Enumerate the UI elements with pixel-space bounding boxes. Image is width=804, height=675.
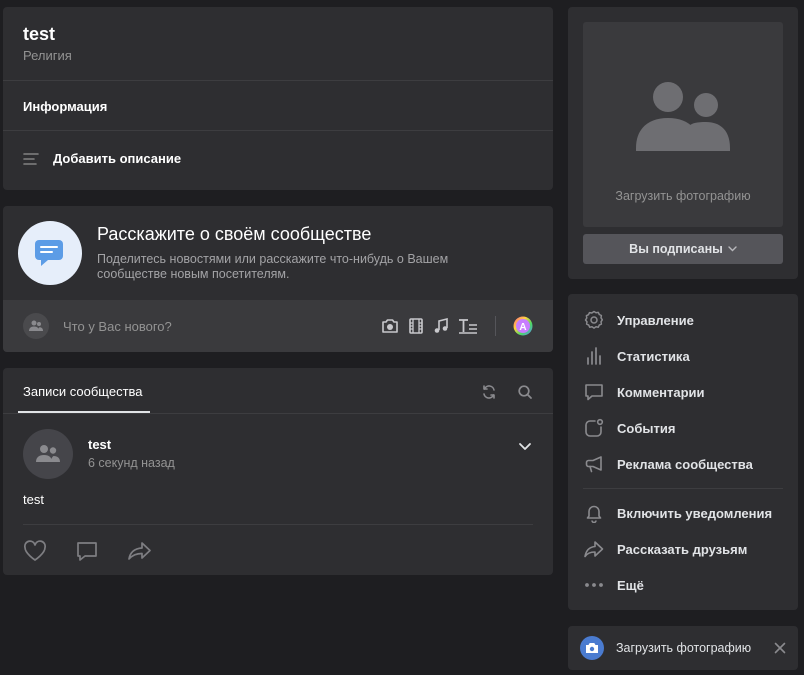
tell-about-community-card: Расскажите о своём сообществе Поделитесь… [3, 206, 553, 352]
divider [3, 130, 553, 131]
tell-subtitle: Поделитесь новостями или расскажите что-… [97, 252, 449, 281]
stats-icon [583, 345, 605, 367]
camera-icon [580, 636, 604, 660]
camera-icon[interactable] [381, 318, 399, 334]
text-lines-icon [23, 152, 39, 166]
subscribed-label: Вы подписаны [629, 242, 723, 256]
megaphone-icon [583, 453, 605, 475]
divider [23, 524, 533, 525]
ai-avatar-icon[interactable]: A [513, 316, 533, 336]
menu-item-comments[interactable]: Комментарии [583, 377, 783, 407]
speech-bubble-icon [18, 221, 82, 285]
add-description-label: Добавить описание [53, 151, 182, 166]
refresh-icon[interactable] [481, 384, 497, 400]
divider [583, 488, 783, 489]
menu-item-label: Статистика [617, 348, 690, 364]
menu-item-label: Рассказать друзьям [617, 541, 748, 557]
toolbar-divider [495, 316, 496, 336]
group-placeholder-icon [634, 80, 732, 152]
post-timestamp[interactable]: 6 секунд назад [88, 456, 175, 470]
tell-title: Расскажите о своём сообществе [97, 224, 372, 244]
community-posts-card: Записи сообщества test 6 секунд назад te… [3, 368, 553, 575]
menu-item-label: Управление [617, 312, 694, 328]
bell-icon [583, 502, 605, 524]
upload-photo-toast[interactable]: Загрузить фотографию [568, 626, 798, 670]
menu-item-label: Включить уведомления [617, 505, 773, 521]
more-icon [583, 574, 605, 596]
article-icon[interactable] [458, 318, 478, 334]
menu-item-manage[interactable]: Управление [583, 305, 783, 335]
comment-icon[interactable] [75, 540, 99, 562]
divider [3, 80, 553, 81]
menu-item-advertise[interactable]: Реклама сообщества [583, 449, 783, 479]
menu-item-label: Реклама сообщества [617, 456, 753, 472]
menu-item-label: События [617, 420, 676, 436]
chevron-down-icon [728, 246, 737, 252]
menu-item-notifications[interactable]: Включить уведомления [583, 498, 783, 528]
upload-photo-area[interactable]: Загрузить фотографию [583, 22, 783, 227]
subscribed-button[interactable]: Вы подписаны [583, 234, 783, 264]
menu-item-label: Ещё [617, 577, 644, 593]
group-header-card: test Религия Информация Добавить описани… [3, 7, 553, 190]
active-tab-indicator [18, 411, 150, 413]
like-icon[interactable] [23, 540, 47, 562]
post-author-name[interactable]: test [88, 437, 111, 452]
post-composer[interactable]: Что у Вас нового? A [3, 300, 553, 352]
menu-item-events[interactable]: События [583, 413, 783, 443]
music-icon[interactable] [433, 318, 449, 334]
menu-item-more[interactable]: Ещё [583, 570, 783, 600]
group-photo-card: Загрузить фотографию Вы подписаны [568, 7, 798, 279]
post-text: test [23, 492, 44, 507]
post-author-avatar[interactable] [23, 429, 73, 479]
gear-icon [583, 309, 605, 331]
toast-label: Загрузить фотографию [616, 641, 752, 655]
group-avatar-icon [23, 313, 49, 339]
upload-photo-label: Загрузить фотографию [615, 189, 751, 203]
info-section-title: Информация [23, 99, 108, 114]
menu-item-tell-friends[interactable]: Рассказать друзьям [583, 534, 783, 564]
tab-community-posts[interactable]: Записи сообщества [23, 384, 143, 399]
close-icon[interactable] [774, 642, 786, 654]
composer-placeholder[interactable]: Что у Вас нового? [63, 319, 381, 334]
video-icon[interactable] [408, 318, 424, 334]
events-icon [583, 417, 605, 439]
share-icon [583, 538, 605, 560]
menu-item-statistics[interactable]: Статистика [583, 341, 783, 371]
share-icon[interactable] [127, 540, 153, 562]
comment-icon [583, 381, 605, 403]
group-name: test [23, 24, 56, 44]
svg-text:A: A [519, 322, 526, 333]
search-icon[interactable] [517, 384, 533, 400]
group-actions-menu: Управление Статистика Комментарии Событи… [568, 294, 798, 610]
chevron-down-icon[interactable] [517, 438, 533, 454]
menu-item-label: Комментарии [617, 384, 705, 400]
group-category: Религия [23, 48, 72, 63]
add-description-button[interactable]: Добавить описание [23, 151, 181, 166]
